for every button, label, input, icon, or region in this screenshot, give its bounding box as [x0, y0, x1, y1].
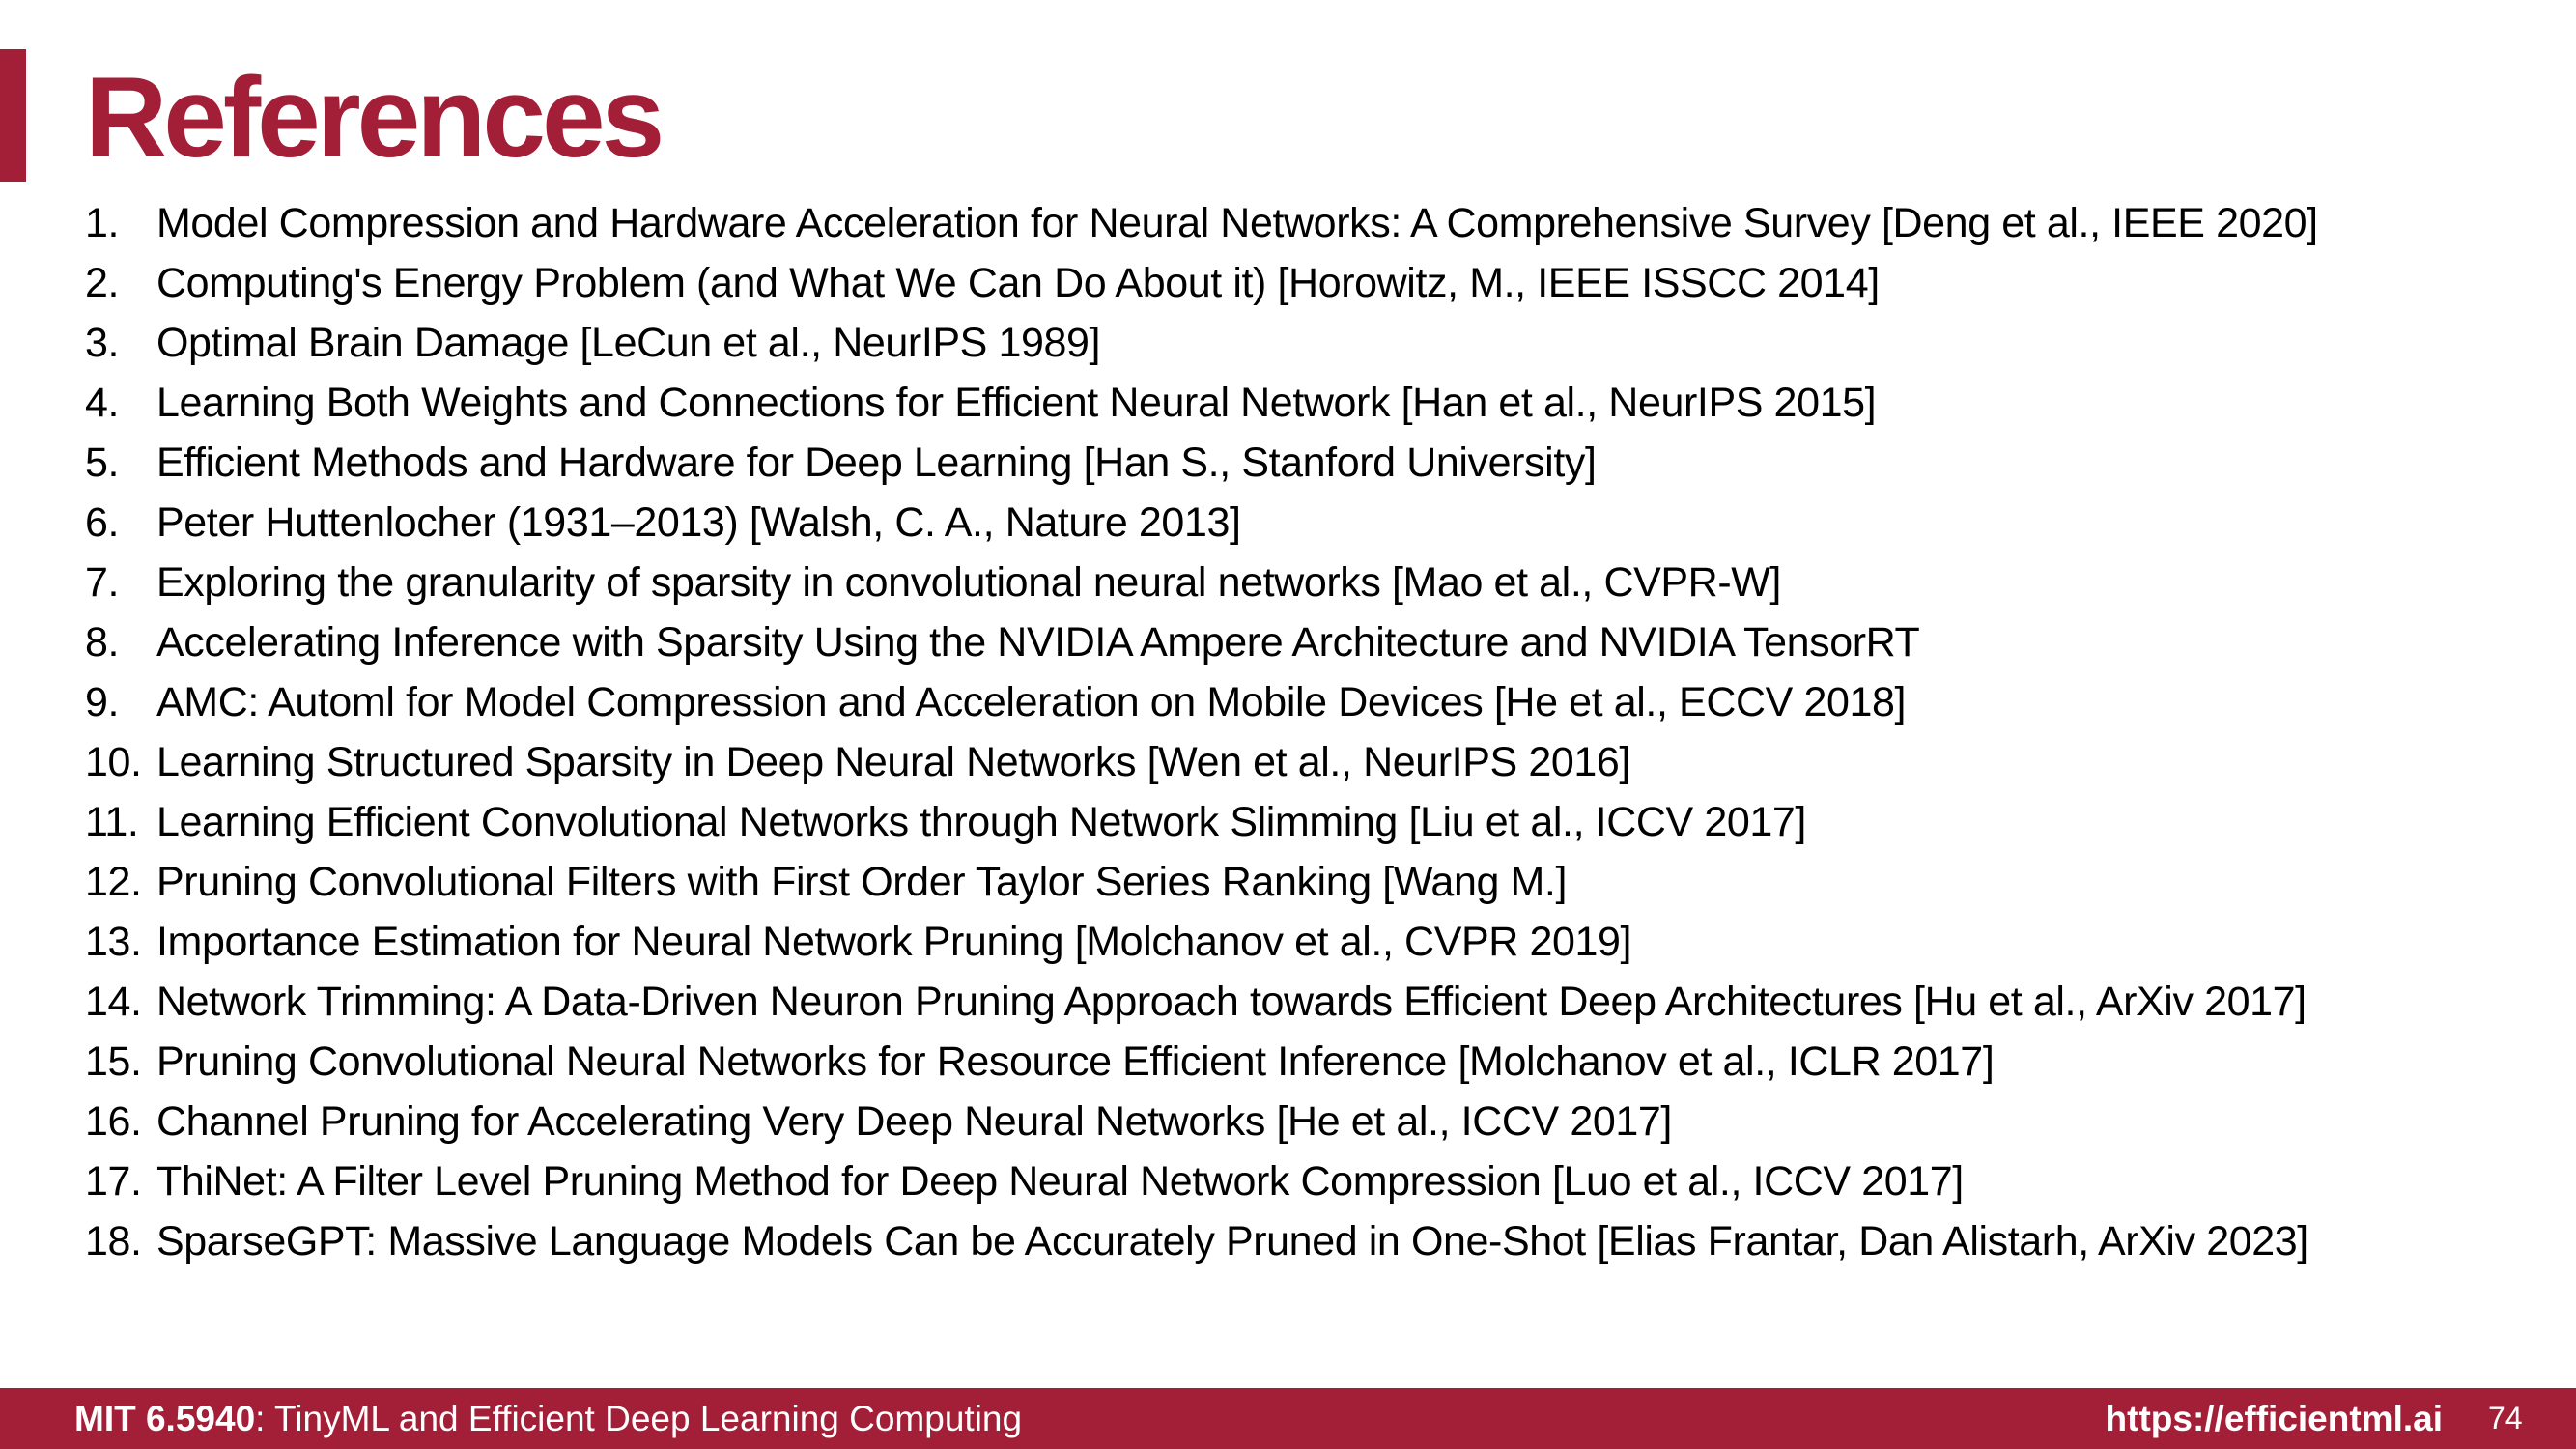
reference-text: AMC: Automl for Model Compression and Ac… — [156, 679, 1907, 725]
reference-number: 13. — [85, 919, 142, 965]
reference-number: 18. — [85, 1218, 142, 1264]
reference-item: 3. Optimal Brain Damage [LeCun et al., Ne… — [85, 318, 2407, 369]
reference-text: Model Compression and Hardware Accelerat… — [156, 200, 2318, 246]
reference-number: 16. — [85, 1098, 142, 1145]
reference-item: 9. AMC: Automl for Model Compression and … — [85, 677, 2407, 728]
reference-text: Pruning Convolutional Neural Networks fo… — [156, 1038, 1995, 1085]
reference-number: 6. — [85, 499, 120, 546]
reference-text: Optimal Brain Damage [LeCun et al., Neur… — [156, 320, 1101, 366]
reference-number: 4. — [85, 380, 120, 426]
course-name: MIT 6.5940: TinyML and Efficient Deep Le… — [74, 1388, 1022, 1449]
reference-number: 12. — [85, 859, 142, 905]
reference-item: 7. Exploring the granularity of sparsity … — [85, 557, 2407, 609]
reference-item: 1. Model Compression and Hardware Acceler… — [85, 198, 2407, 249]
reference-item: 15. Pruning Convolutional Neural Networks… — [85, 1037, 2407, 1088]
reference-text: Efficient Methods and Hardware for Deep … — [156, 440, 1597, 486]
reference-item: 16. Channel Pruning for Accelerating Very… — [85, 1096, 2407, 1148]
reference-number: 3. — [85, 320, 120, 366]
reference-text: Learning Structured Sparsity in Deep Neu… — [156, 739, 1630, 785]
reference-item: 14. Network Trimming: A Data-Driven Neuro… — [85, 977, 2407, 1028]
slide-title: References — [85, 54, 665, 182]
reference-list: 1. Model Compression and Hardware Acceler… — [85, 198, 2407, 1276]
reference-number: 8. — [85, 619, 120, 666]
course-title: : TinyML and Efficient Deep Learning Com… — [255, 1399, 1023, 1438]
reference-number: 15. — [85, 1038, 142, 1085]
reference-text: ThiNet: A Filter Level Pruning Method fo… — [156, 1158, 1964, 1205]
reference-item: 13. Importance Estimation for Neural Netw… — [85, 917, 2407, 968]
reference-item: 18. SparseGPT: Massive Language Models Ca… — [85, 1216, 2407, 1267]
title-accent-bar — [0, 49, 26, 182]
reference-text: Pruning Convolutional Filters with First… — [156, 859, 1568, 905]
reference-number: 10. — [85, 739, 142, 785]
reference-text: Exploring the granularity of sparsity in… — [156, 559, 1781, 606]
reference-text: Accelerating Inference with Sparsity Usi… — [156, 619, 1920, 666]
reference-number: 11. — [85, 799, 139, 845]
reference-number: 17. — [85, 1158, 142, 1205]
reference-text: Computing's Energy Problem (and What We … — [156, 260, 1880, 306]
reference-text: SparseGPT: Massive Language Models Can b… — [156, 1218, 2308, 1264]
reference-item: 17. ThiNet: A Filter Level Pruning Method… — [85, 1156, 2407, 1208]
reference-item: 11. Learning Efficient Convolutional Netw… — [85, 797, 2407, 848]
reference-number: 14. — [85, 979, 142, 1025]
reference-text: Importance Estimation for Neural Network… — [156, 919, 1632, 965]
reference-item: 12. Pruning Convolutional Filters with Fi… — [85, 857, 2407, 908]
reference-item: 4. Learning Both Weights and Connections … — [85, 378, 2407, 429]
reference-item: 8. Accelerating Inference with Sparsity U… — [85, 617, 2407, 668]
reference-item: 6. Peter Huttenlocher (1931–2013) [Walsh,… — [85, 497, 2407, 549]
slide-footer: MIT 6.5940: TinyML and Efficient Deep Le… — [0, 1388, 2576, 1449]
reference-number: 2. — [85, 260, 120, 306]
page-number: 74 — [2488, 1401, 2523, 1435]
reference-text: Network Trimming: A Data-Driven Neuron P… — [156, 979, 2307, 1025]
reference-item: 10. Learning Structured Sparsity in Deep … — [85, 737, 2407, 788]
reference-item: 2. Computing's Energy Problem (and What W… — [85, 258, 2407, 309]
reference-number: 7. — [85, 559, 120, 606]
reference-text: Channel Pruning for Accelerating Very De… — [156, 1098, 1672, 1145]
course-url-link[interactable]: https://efficientml.ai — [2106, 1388, 2443, 1449]
course-code: MIT 6.5940 — [74, 1399, 256, 1438]
reference-text: Learning Efficient Convolutional Network… — [156, 799, 1806, 845]
reference-text: Learning Both Weights and Connections fo… — [156, 380, 1877, 426]
reference-text: Peter Huttenlocher (1931–2013) [Walsh, C… — [156, 499, 1241, 546]
reference-item: 5. Efficient Methods and Hardware for Dee… — [85, 438, 2407, 489]
reference-number: 9. — [85, 679, 120, 725]
reference-number: 5. — [85, 440, 120, 486]
reference-number: 1. — [85, 200, 120, 246]
